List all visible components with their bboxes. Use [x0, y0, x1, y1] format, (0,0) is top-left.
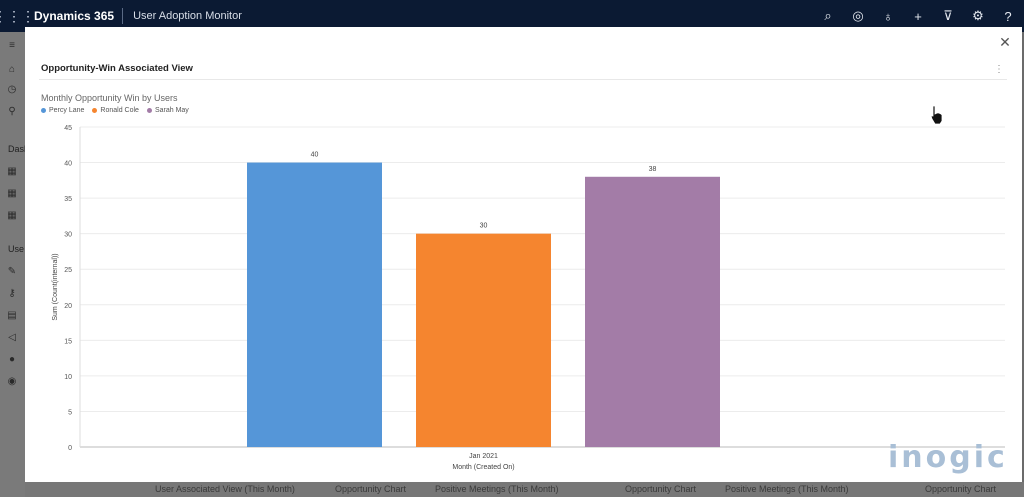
app-name[interactable]: User Adoption Monitor: [123, 10, 242, 22]
x-tick-label: Jan 2021: [469, 453, 498, 460]
y-tick-label: 10: [64, 374, 72, 381]
y-tick-label: 25: [64, 267, 72, 274]
background-text: Opportunity Chart: [925, 484, 997, 494]
background-text: Positive Meetings (This Month): [435, 484, 559, 494]
gear-icon[interactable]: ⚙: [970, 8, 986, 24]
bar[interactable]: [585, 176, 720, 447]
y-tick-label: 45: [64, 125, 72, 132]
data-label: 30: [480, 223, 488, 230]
y-axis-title: Sum (Count(internal)): [52, 253, 59, 320]
mouse-cursor-icon: [930, 105, 943, 125]
bar[interactable]: [247, 162, 382, 448]
background-dashboard-strip: User Associated View (This Month) Opport…: [25, 482, 1024, 497]
y-tick-label: 15: [64, 338, 72, 345]
pin-icon[interactable]: ⚲: [6, 106, 18, 118]
y-tick-label: 20: [64, 303, 72, 310]
app-launcher-icon[interactable]: ⋮⋮⋮: [0, 0, 35, 32]
background-text: Positive Meetings (This Month): [725, 484, 849, 494]
background-text: Opportunity Chart: [335, 484, 407, 494]
background-text: Opportunity Chart: [625, 484, 697, 494]
dashboard-icon[interactable]: ▦: [6, 188, 18, 200]
background-text: User Associated View (This Month): [155, 484, 295, 494]
lightbulb-icon[interactable]: ♁: [880, 8, 896, 24]
y-tick-label: 35: [64, 196, 72, 203]
recent-icon[interactable]: ◷: [6, 84, 18, 96]
left-navigation: ≡ ⌂ ◷ ⚲ Dash ▦ ▦ ▦ Use ✎ ⚷ ▤ ◁ ● ◉: [0, 32, 29, 497]
megaphone-icon[interactable]: ◁: [6, 332, 18, 344]
nav-section-label: Use: [8, 244, 25, 254]
dashboard-icon[interactable]: ▦: [6, 210, 18, 222]
dashboard-icon[interactable]: ▦: [6, 166, 18, 178]
filter-icon[interactable]: ⊽: [940, 8, 956, 24]
key-icon[interactable]: ⚷: [6, 288, 18, 300]
plus-icon[interactable]: +: [910, 8, 926, 24]
y-tick-label: 40: [64, 161, 72, 168]
wrench-icon[interactable]: ✎: [6, 266, 18, 278]
data-label: 40: [311, 152, 319, 159]
help-icon[interactable]: ?: [1000, 8, 1016, 24]
target-icon[interactable]: ◎: [850, 8, 866, 24]
bar-chart: 0 5 10 15 20 25 30 35 40 45 40 30 38 Jan 2021 Month (C…: [52, 125, 1005, 471]
x-axis-title: Month (Created On): [452, 464, 514, 471]
document-icon[interactable]: ▤: [6, 310, 18, 322]
home-icon[interactable]: ⌂: [6, 64, 18, 76]
brand-name[interactable]: Dynamics 365: [28, 9, 122, 23]
hamburger-icon[interactable]: ≡: [6, 40, 18, 52]
search-icon[interactable]: ⌕: [820, 8, 836, 24]
user-icon[interactable]: ●: [6, 354, 18, 366]
globe-icon[interactable]: ◉: [6, 376, 18, 388]
y-tick-label: 30: [64, 232, 72, 239]
inogic-logo: inogic: [888, 440, 1008, 475]
y-tick-label: 5: [68, 409, 72, 416]
data-label: 38: [649, 166, 657, 173]
bar[interactable]: [416, 233, 551, 447]
associated-view-dialog: ✕ Opportunity-Win Associated View ⋮ Mont…: [25, 27, 1022, 482]
y-tick-label: 0: [68, 445, 72, 452]
